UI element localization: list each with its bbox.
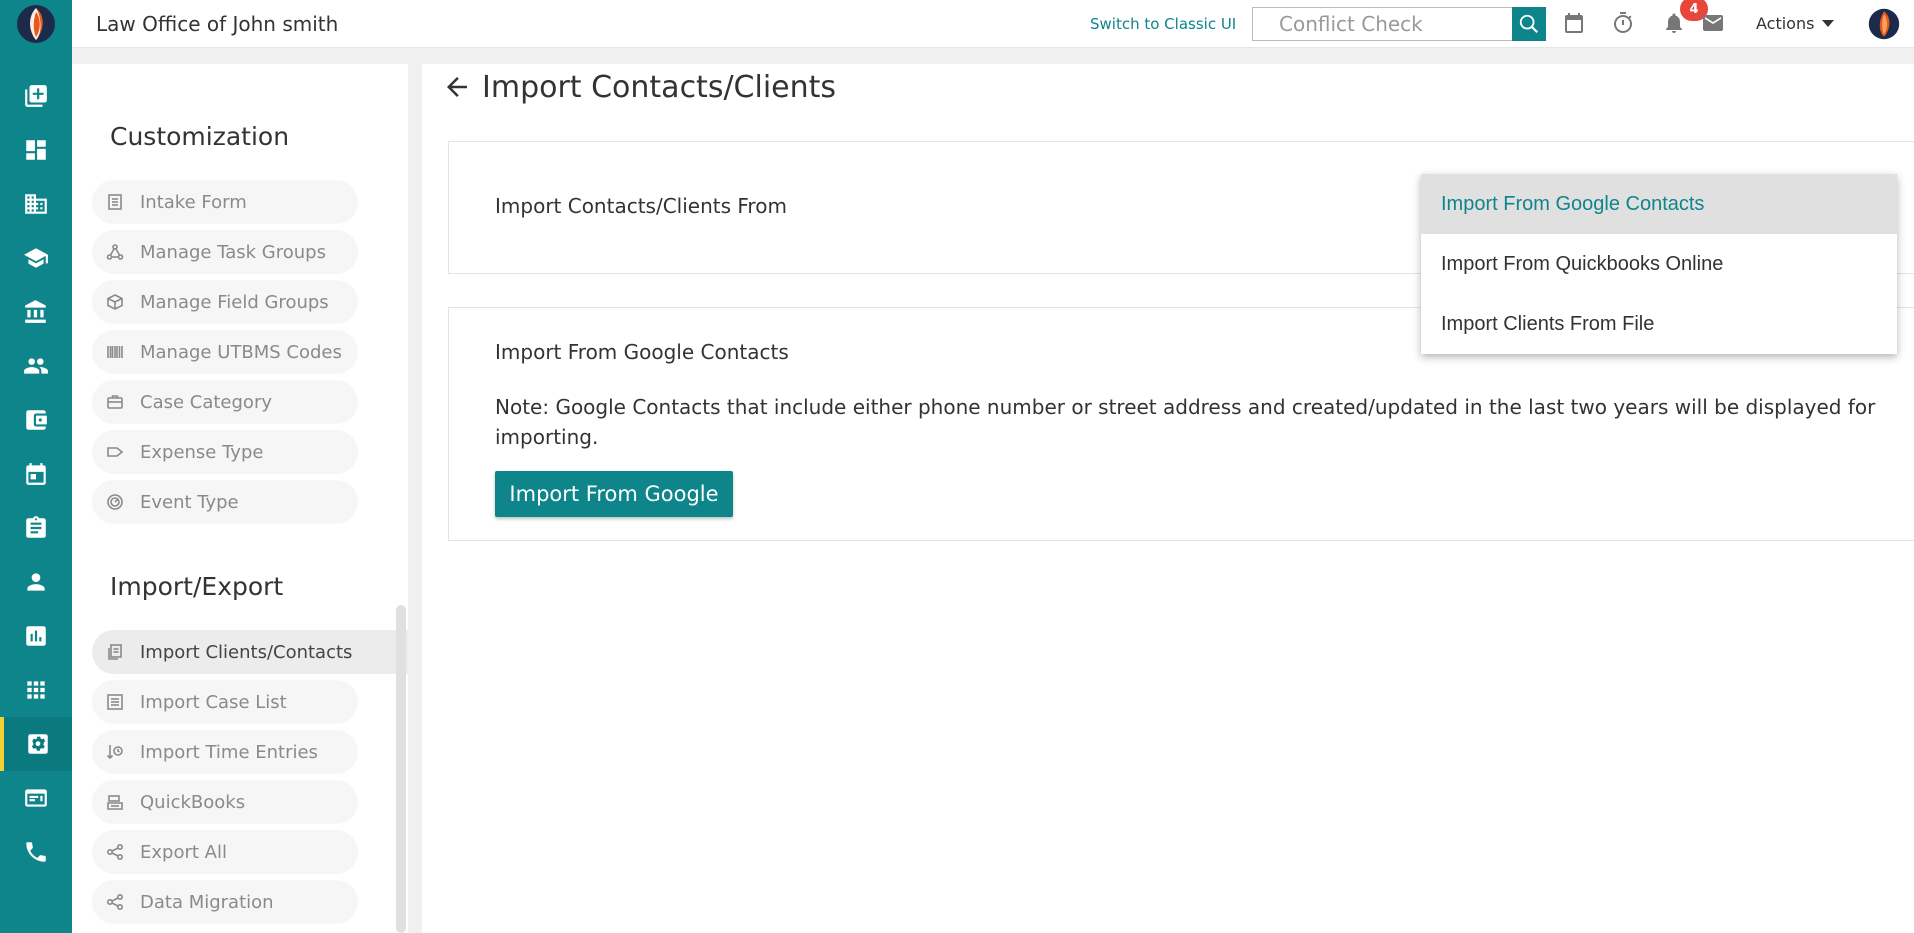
sidebar-scrollbar[interactable]: [396, 605, 406, 933]
search-icon: [1519, 14, 1539, 34]
google-import-note: Note: Google Contacts that include eithe…: [495, 395, 1876, 449]
nav-data-migration[interactable]: Data Migration: [92, 880, 358, 924]
nav-label: Data Migration: [140, 891, 274, 913]
rail-school-icon[interactable]: [0, 231, 72, 285]
rail-reports-icon[interactable]: [0, 609, 72, 663]
nav-label: Intake Form: [140, 191, 247, 213]
nav-import-clients-contacts[interactable]: Import Clients/Contacts: [92, 630, 408, 674]
nav-label: Export All: [140, 841, 227, 863]
top-gutter: [72, 48, 1914, 64]
nav-expense-type[interactable]: Expense Type: [92, 430, 358, 474]
import-from-label: Import Contacts/Clients From: [495, 194, 787, 218]
share-icon: [106, 893, 124, 911]
import-from-google-button[interactable]: Import From Google: [495, 471, 733, 517]
nav-import-time-entries[interactable]: Import Time Entries: [92, 730, 358, 774]
nav-intake-form[interactable]: Intake Form: [92, 180, 358, 224]
nav-label: Import Time Entries: [140, 741, 318, 763]
nav-case-category[interactable]: Case Category: [92, 380, 358, 424]
nav-export-all[interactable]: Export All: [92, 830, 358, 874]
time-import-icon: [106, 745, 123, 760]
briefcase-icon: [107, 395, 123, 409]
customization-section-title: Customization: [110, 122, 290, 151]
event-icon: [107, 494, 123, 510]
share-icon: [106, 843, 124, 861]
rail-apps-icon[interactable]: [0, 663, 72, 717]
nav-label: Event Type: [140, 491, 239, 513]
nav-label: Manage Task Groups: [140, 241, 326, 263]
back-button[interactable]: [442, 72, 472, 102]
nav-manage-task-groups[interactable]: Manage Task Groups: [92, 230, 358, 274]
documents-icon: [108, 644, 122, 660]
sidebar-separator: [408, 48, 422, 933]
rail-card-icon[interactable]: [0, 771, 72, 825]
cube-icon: [107, 294, 123, 310]
dropdown-option-google-contacts[interactable]: Import From Google Contacts: [1421, 174, 1897, 234]
switch-classic-link[interactable]: Switch to Classic UI: [1090, 15, 1236, 33]
nav-label: Manage Field Groups: [140, 291, 329, 313]
nav-label: Expense Type: [140, 441, 264, 463]
rail-calendar-icon[interactable]: [0, 447, 72, 501]
timer-icon[interactable]: [1609, 9, 1637, 37]
conflict-search-button[interactable]: [1512, 7, 1546, 41]
rail-dashboard-icon[interactable]: [0, 123, 72, 177]
caret-down-icon: [1822, 20, 1835, 27]
nav-label: QuickBooks: [140, 791, 246, 813]
avatar-logo-icon: [1868, 8, 1900, 40]
import-export-section-title: Import/Export: [110, 572, 284, 601]
nav-label: Case Category: [140, 391, 272, 413]
nav-label: Import Clients/Contacts: [140, 641, 353, 663]
actions-label: Actions: [1756, 14, 1815, 33]
register-icon: [107, 795, 123, 810]
tag-icon: [107, 447, 124, 457]
dropdown-option-clients-from-file[interactable]: Import Clients From File: [1421, 294, 1897, 354]
dropdown-option-quickbooks-online[interactable]: Import From Quickbooks Online: [1421, 234, 1897, 294]
mail-icon[interactable]: [1699, 9, 1727, 37]
nav-manage-field-groups[interactable]: Manage Field Groups: [92, 280, 358, 324]
firm-name: Law Office of John smith: [96, 12, 339, 36]
actions-menu[interactable]: Actions: [1756, 14, 1835, 33]
left-rail: [0, 0, 72, 933]
list-icon: [107, 694, 123, 710]
import-source-dropdown: Import From Google Contacts Import From …: [1421, 174, 1897, 354]
arrow-left-icon: [447, 77, 467, 97]
google-section-title: Import From Google Contacts: [495, 340, 789, 364]
settings-sidebar: Customization Intake Form Manage Task Gr…: [72, 64, 408, 933]
rail-add-icon[interactable]: [0, 69, 72, 123]
user-avatar[interactable]: [1868, 8, 1900, 40]
form-icon: [108, 194, 122, 210]
calendar-icon[interactable]: [1560, 9, 1588, 37]
task-groups-icon: [106, 244, 124, 260]
nav-import-case-list[interactable]: Import Case List: [92, 680, 358, 724]
rail-wallet-icon[interactable]: [0, 393, 72, 447]
nav-manage-utbms-codes[interactable]: Manage UTBMS Codes: [92, 330, 358, 374]
page-title: Import Contacts/Clients: [482, 70, 837, 105]
top-bar: Law Office of John smith Switch to Class…: [72, 0, 1914, 48]
rail-building-icon[interactable]: [0, 177, 72, 231]
rail-person-icon[interactable]: [0, 555, 72, 609]
rail-people-icon[interactable]: [0, 339, 72, 393]
nav-label: Import Case List: [140, 691, 287, 713]
nav-event-type[interactable]: Event Type: [92, 480, 358, 524]
app-logo[interactable]: [0, 0, 72, 48]
logo-icon: [17, 5, 55, 43]
nav-quickbooks[interactable]: QuickBooks: [92, 780, 358, 824]
barcode-icon: [107, 346, 123, 358]
rail-settings-icon[interactable]: [0, 717, 72, 771]
rail-clipboard-icon[interactable]: [0, 501, 72, 555]
rail-bank-icon[interactable]: [0, 285, 72, 339]
rail-phone-icon[interactable]: [0, 825, 72, 879]
conflict-check-input[interactable]: Conflict Check: [1252, 7, 1512, 41]
nav-label: Manage UTBMS Codes: [140, 341, 342, 363]
